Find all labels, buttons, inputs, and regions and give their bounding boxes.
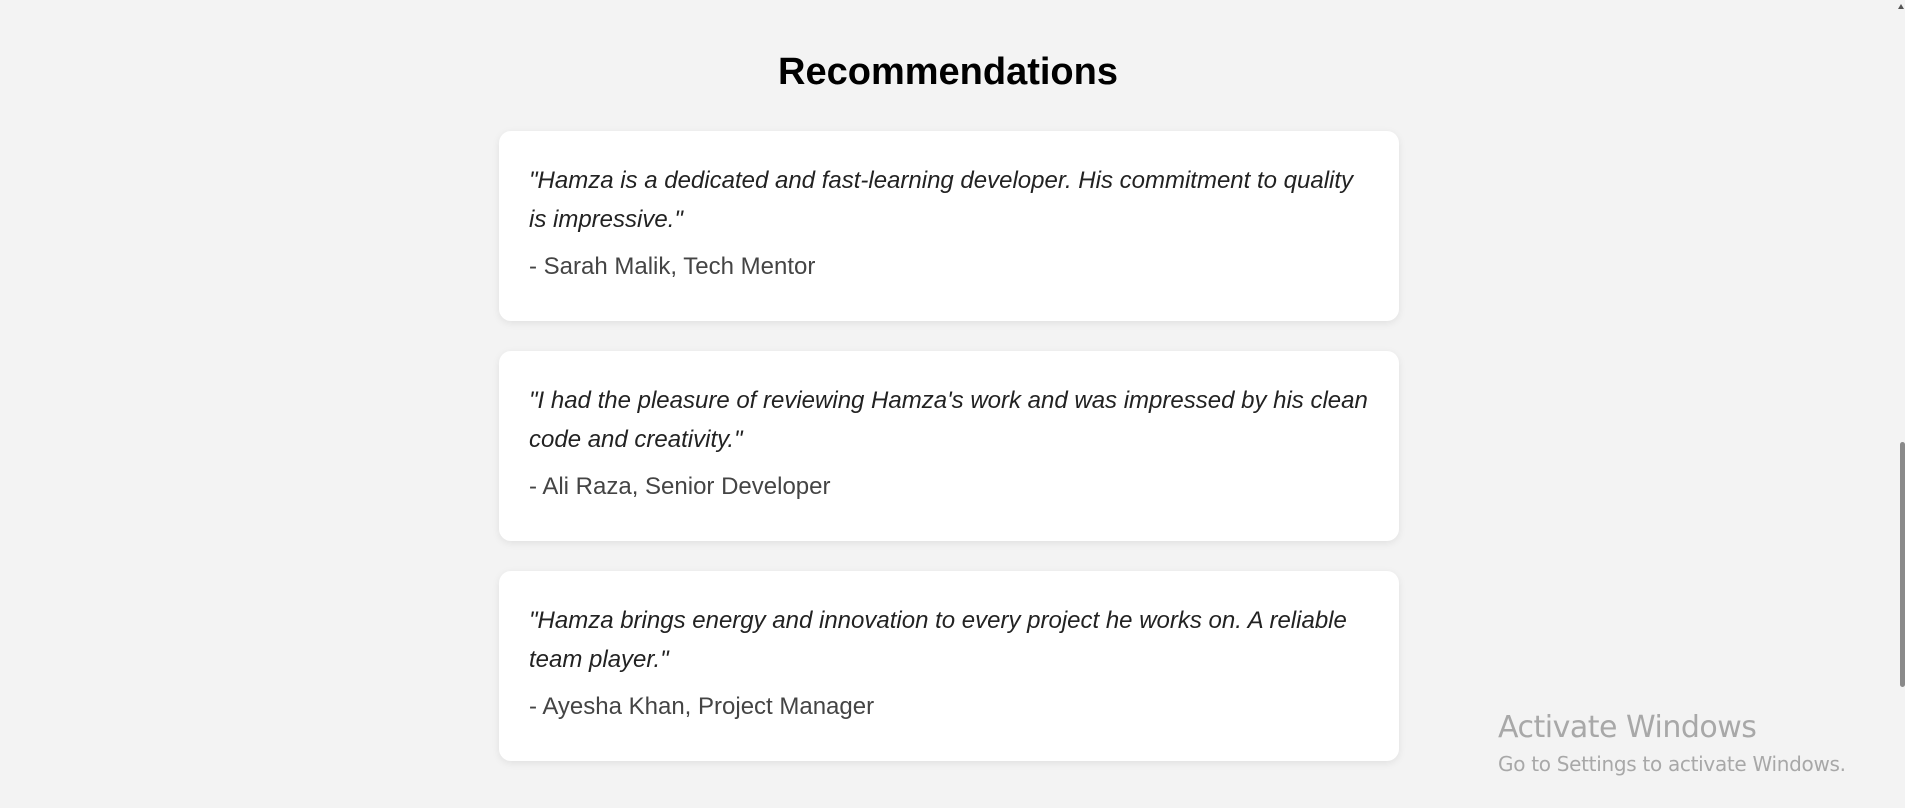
recommendation-card: "Hamza brings energy and innovation to e…	[499, 571, 1399, 761]
recommendation-card: "Hamza is a dedicated and fast-learning …	[499, 131, 1399, 321]
vertical-scrollbar[interactable]	[1898, 0, 1905, 808]
recommendation-card: "I had the pleasure of reviewing Hamza's…	[499, 351, 1399, 541]
watermark-title: Activate Windows	[1498, 710, 1757, 745]
section-title: Recommendations	[778, 51, 1118, 93]
recommendation-author: - Ayesha Khan, Project Manager	[529, 693, 875, 720]
recommendation-quote: "I had the pleasure of reviewing Hamza's…	[529, 387, 1368, 453]
scrollbar-thumb[interactable]	[1900, 442, 1905, 687]
watermark-subtitle: Go to Settings to activate Windows.	[1498, 752, 1846, 776]
activate-windows-watermark: Activate Windows Go to Settings to activ…	[1498, 710, 1846, 778]
recommendation-quote: "Hamza is a dedicated and fast-learning …	[529, 167, 1354, 233]
recommendation-author: - Ali Raza, Senior Developer	[529, 473, 831, 500]
scroll-up-arrow-icon[interactable]	[1898, 4, 1904, 9]
recommendation-author: - Sarah Malik, Tech Mentor	[529, 253, 816, 280]
recommendations-list: "Hamza is a dedicated and fast-learning …	[499, 131, 1399, 791]
recommendation-quote: "Hamza brings energy and innovation to e…	[529, 607, 1347, 673]
page: Recommendations "Hamza is a dedicated an…	[0, 0, 1905, 808]
